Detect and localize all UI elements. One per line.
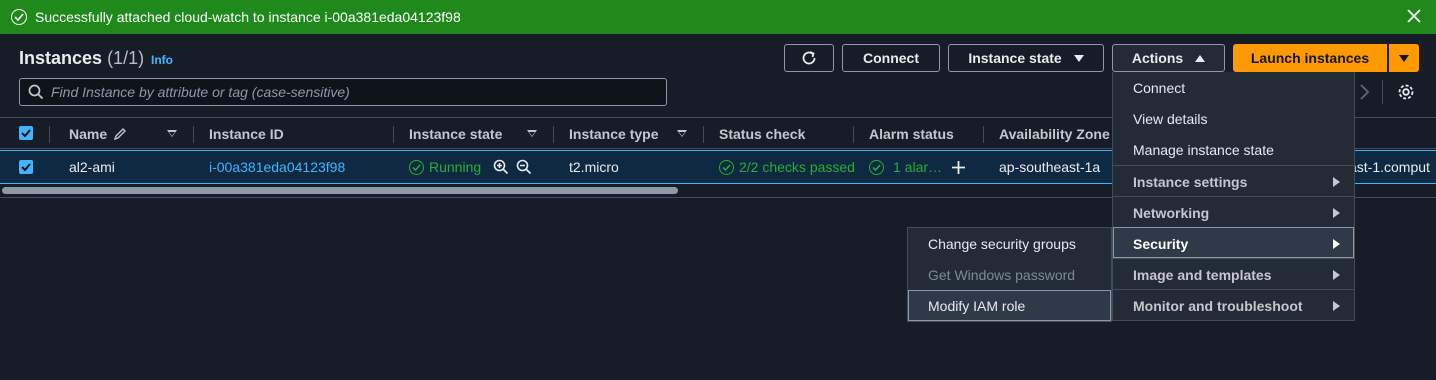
check-circle-icon [11,9,27,25]
submenu-item-change-security-groups[interactable]: Change security groups [908,228,1111,259]
instance-count: (1/1) [107,48,145,68]
actions-button[interactable]: Actions [1112,44,1225,72]
search-icon [28,84,44,100]
cell-instance-state: Running [429,159,482,175]
caret-down-icon [1073,54,1084,62]
plus-icon[interactable] [951,160,966,175]
sort-icon[interactable] [167,130,177,137]
security-submenu: Change security groups Get Windows passw… [907,227,1112,322]
column-divider [49,126,50,143]
menu-item-label: Manage instance state [1133,142,1274,158]
flash-message: Successfully attached cloud-watch to ins… [35,9,461,25]
menu-item-label: Image and templates [1133,267,1272,283]
menu-item-view-details[interactable]: View details [1113,103,1354,134]
instance-state-button[interactable]: Instance state [948,44,1104,72]
column-header-instance-state[interactable]: Instance state [409,126,502,142]
menu-item-instance-settings[interactable]: Instance settings [1113,165,1354,196]
menu-item-connect[interactable]: Connect [1113,72,1354,103]
launch-instances-button[interactable]: Launch instances [1233,44,1387,72]
cell-alarm-status[interactable]: 1 alar… [893,159,942,175]
column-header-instance-id[interactable]: Instance ID [209,126,284,142]
cell-name: al2-ami [69,159,115,175]
column-divider [553,126,554,143]
actions-label: Actions [1131,50,1184,66]
instance-id-link[interactable]: i-00a381eda04123f98 [209,159,345,175]
cell-public-dns: ast-1.comput [1349,159,1430,175]
edit-icon [113,128,126,141]
zoom-in-icon[interactable] [493,159,509,175]
caret-right-icon [1333,208,1340,218]
close-icon[interactable] [1406,8,1422,24]
sort-icon[interactable] [527,130,537,137]
caret-up-icon [1195,54,1206,62]
caret-right-icon [1333,177,1340,187]
gear-icon[interactable] [1396,82,1416,102]
launch-options-button[interactable] [1389,44,1419,72]
caret-right-icon [1333,239,1340,249]
zoom-out-icon[interactable] [516,159,532,175]
column-header-name[interactable]: Name [69,126,107,142]
column-divider [393,126,394,143]
submenu-item-modify-iam-role[interactable]: Modify IAM role [908,290,1111,321]
title-text: Instances [19,48,103,68]
caret-right-icon [1333,270,1340,280]
caret-right-icon [1333,301,1340,311]
menu-item-label: Instance settings [1133,174,1248,190]
cell-instance-type: t2.micro [569,159,619,175]
divider [1382,80,1383,104]
cell-status-check: 2/2 checks passed [739,159,855,175]
row-checkbox[interactable] [19,160,33,174]
refresh-icon [802,51,816,65]
menu-item-label: Connect [1133,80,1186,96]
scrollbar-thumb[interactable] [2,187,678,194]
menu-item-label: Security [1133,236,1189,252]
chevron-right-icon[interactable] [1358,83,1370,101]
success-flash-banner: Successfully attached cloud-watch to ins… [0,0,1436,34]
check-circle-icon [409,160,424,175]
search-box [19,78,667,106]
instance-state-label: Instance state [968,50,1062,66]
search-input[interactable] [51,79,651,104]
menu-item-label: Networking [1133,205,1210,221]
select-all-checkbox[interactable] [19,126,33,140]
submenu-item-get-windows-password: Get Windows password [928,267,1076,283]
info-link[interactable]: Info [151,53,173,67]
cell-availability-zone: ap-southeast-1a [999,159,1101,175]
check-circle-icon [869,160,884,175]
column-header-availability-zone[interactable]: Availability Zone [999,126,1110,142]
column-header-alarm-status[interactable]: Alarm status [869,126,954,142]
column-divider [983,126,984,143]
column-divider [703,126,704,143]
column-header-instance-type[interactable]: Instance type [569,126,658,142]
menu-item-image-and-templates[interactable]: Image and templates [1113,258,1354,289]
column-header-status-check[interactable]: Status check [719,126,805,142]
page-title: Instances (1/1) [19,48,144,69]
menu-item-label: Monitor and troubleshoot [1133,298,1303,314]
menu-item-monitor-and-troubleshoot[interactable]: Monitor and troubleshoot [1113,289,1354,320]
sort-icon[interactable] [677,130,687,137]
menu-item-networking[interactable]: Networking [1113,196,1354,227]
connect-button[interactable]: Connect [842,44,940,72]
check-circle-icon [719,160,734,175]
menu-item-label: View details [1133,111,1208,127]
menu-item-security[interactable]: Security [1113,227,1354,258]
refresh-button[interactable] [784,44,834,72]
caret-down-icon [1399,54,1409,62]
column-divider [853,126,854,143]
actions-menu: Connect View details Manage instance sta… [1112,72,1355,321]
column-divider [193,126,194,143]
menu-item-manage-instance-state[interactable]: Manage instance state [1113,134,1354,165]
